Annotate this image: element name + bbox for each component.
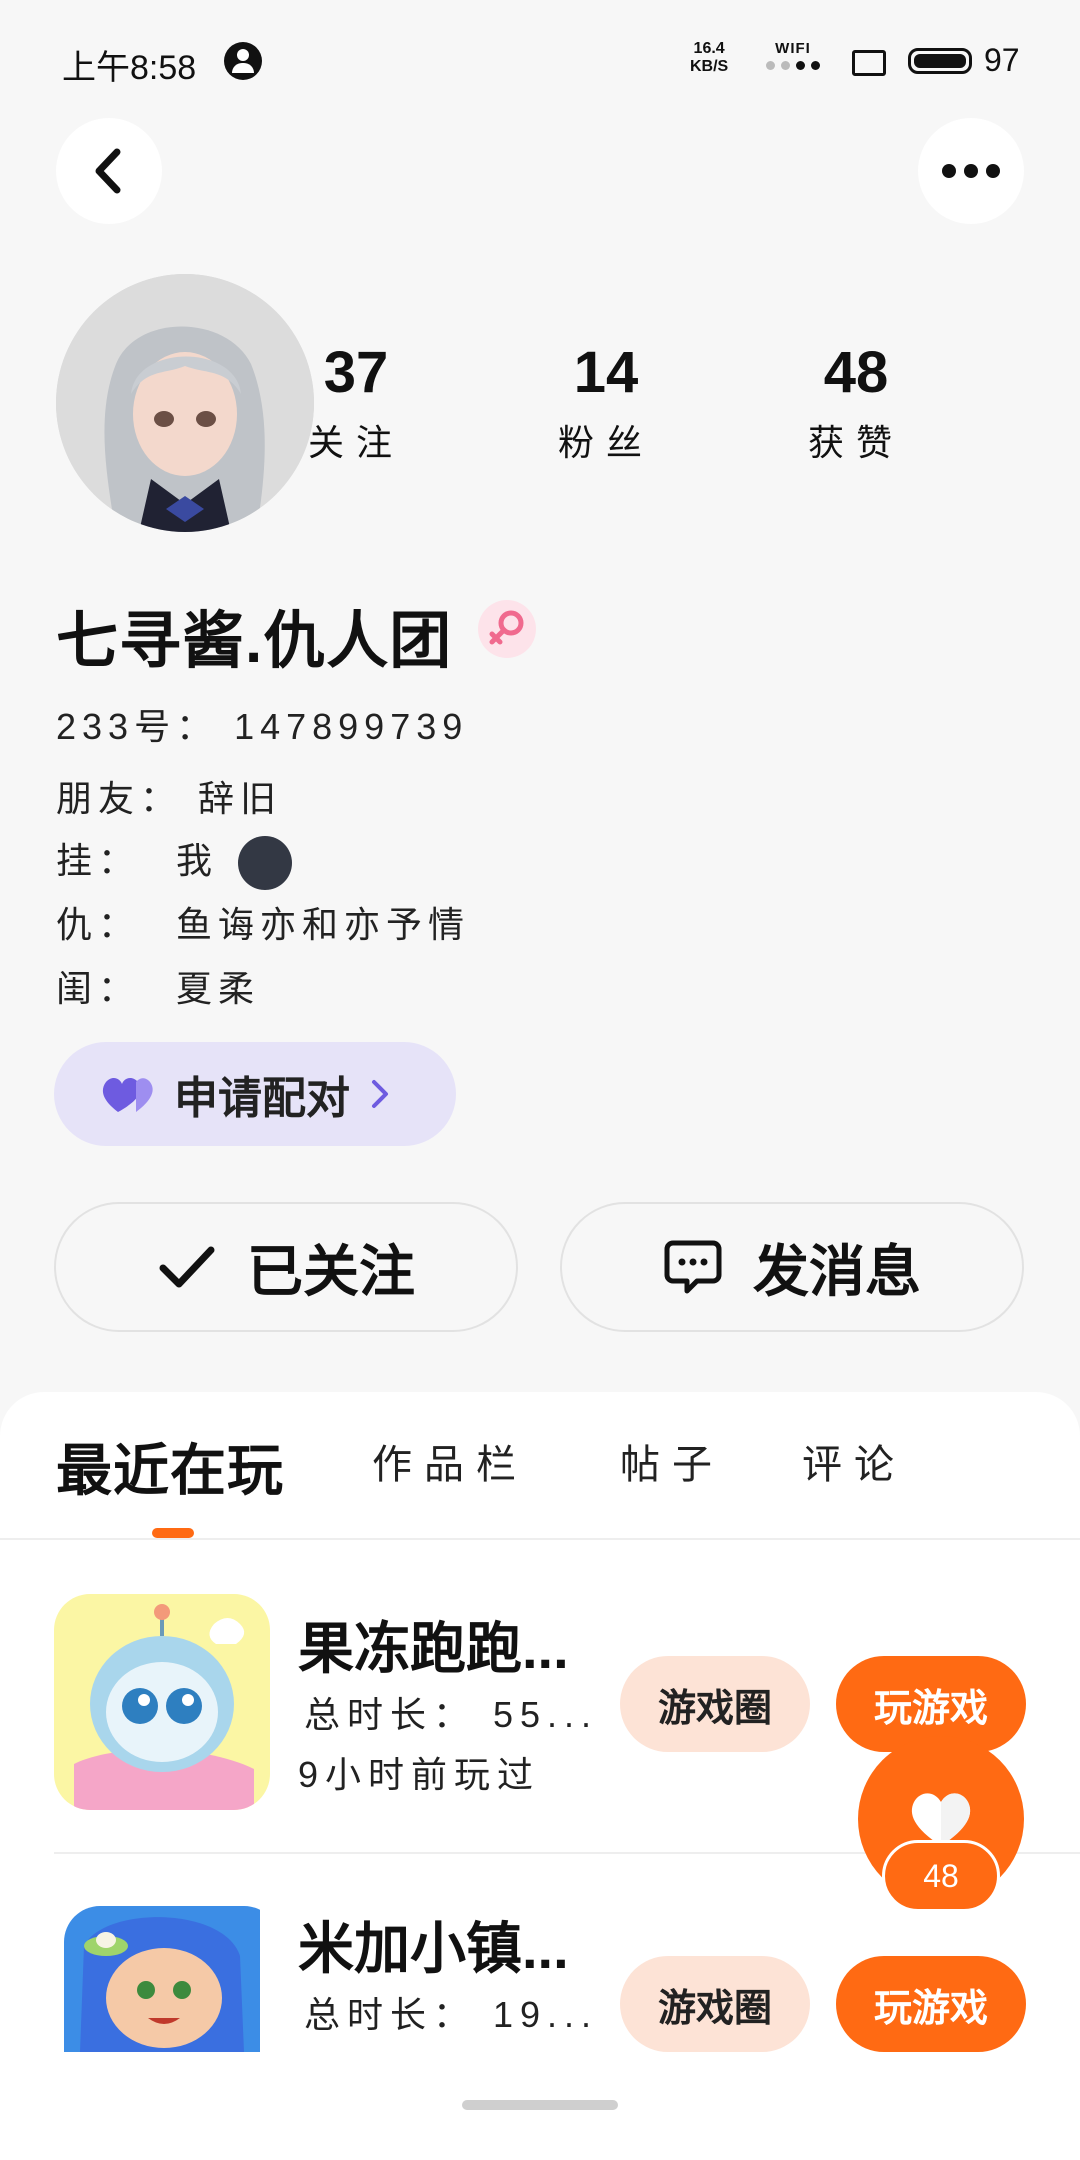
info-value: 辞旧 — [198, 778, 283, 819]
like-count: 48 — [882, 1840, 1000, 1912]
game-title[interactable]: 果冻跑跑... — [298, 1604, 569, 1685]
game-duration: 总时长： 55... — [304, 1694, 599, 1735]
battery-level: 97 — [984, 42, 1020, 78]
female-icon — [478, 600, 536, 658]
battery-icon — [908, 48, 972, 74]
game-circle-button[interactable]: 游戏圈 — [620, 1656, 810, 1752]
user-id-line: 233号： 147899739 — [56, 706, 469, 747]
pair-label: 申请配对 — [174, 1074, 350, 1123]
info-line-gua: 挂： 我 🌚 — [56, 832, 293, 891]
chat-bubble-icon — [664, 1240, 722, 1294]
tab-comments[interactable]: 评论 — [802, 1432, 906, 1490]
followers-count: 14 — [573, 340, 639, 405]
avatar[interactable] — [56, 274, 314, 532]
game-icon-miga-town[interactable] — [64, 1906, 280, 2052]
network-speed-value: 16.4 — [693, 40, 725, 57]
more-dots-icon — [942, 164, 1000, 178]
game-duration: 总时长： 19... — [304, 1994, 599, 2035]
avatar-image — [56, 274, 314, 532]
network-speed: 16.4 KB/S — [690, 40, 728, 76]
home-indicator[interactable] — [462, 2100, 618, 2110]
chevron-right-icon — [372, 1080, 388, 1108]
followers-label: 粉丝 — [557, 422, 654, 463]
game-icon-jelly-run[interactable] — [54, 1594, 270, 1810]
profile-name: 七寻酱.仇人团 — [56, 607, 453, 676]
game-circle-button[interactable]: 游戏圈 — [620, 1956, 810, 2052]
more-button[interactable] — [918, 118, 1024, 224]
status-time: 上午8:58 — [62, 49, 197, 87]
network-speed-unit: KB/S — [690, 58, 729, 75]
moon-emoji-icon: 🌚 — [238, 836, 293, 891]
likes-stat[interactable]: 48 获赞 — [786, 340, 926, 466]
play-game-button[interactable]: 玩游戏 — [836, 1956, 1026, 2052]
tabs-divider — [0, 1538, 1080, 1540]
likes-label: 获赞 — [807, 422, 904, 463]
followers-stat[interactable]: 14 粉丝 — [536, 340, 676, 466]
screen-icon — [852, 50, 886, 76]
double-heart-icon — [102, 1077, 153, 1112]
chevron-left-icon — [95, 148, 121, 194]
following-label: 关注 — [307, 422, 404, 463]
wifi-label: WIFI — [775, 40, 811, 57]
message-button[interactable]: 发消息 — [560, 1202, 1024, 1332]
wifi-indicator: WIFI — [758, 40, 828, 70]
game-last-played: 9小时前玩过 — [298, 1754, 541, 1795]
wifi-dots-icon — [758, 61, 828, 70]
tab-posts[interactable]: 帖子 — [620, 1432, 724, 1490]
following-button[interactable]: 已关注 — [54, 1202, 518, 1332]
following-stat[interactable]: 37 关注 — [286, 340, 426, 466]
account-icon — [224, 42, 262, 80]
likes-count: 48 — [823, 340, 889, 405]
info-key: 闺： — [56, 968, 141, 1009]
pair-request-button[interactable]: 申请配对 — [54, 1042, 456, 1146]
message-button-label: 发消息 — [753, 1239, 921, 1303]
info-key: 挂： — [56, 840, 141, 881]
game-title[interactable]: 米加小镇... — [298, 1904, 569, 1985]
info-line-chou: 仇： 鱼诲亦和亦予情 — [56, 896, 470, 948]
following-count: 37 — [323, 340, 389, 405]
following-button-label: 已关注 — [247, 1239, 415, 1303]
tab-recent-played[interactable]: 最近在玩 — [56, 1426, 284, 1507]
info-key: 仇： — [56, 904, 141, 945]
back-button[interactable] — [56, 118, 162, 224]
tab-works[interactable]: 作品栏 — [372, 1432, 528, 1490]
info-value: 夏柔 — [176, 968, 261, 1009]
tab-active-indicator — [152, 1528, 194, 1538]
status-bar: 上午8:58 16.4 KB/S WIFI 97 — [0, 0, 1080, 110]
info-value: 鱼诲亦和亦予情 — [176, 904, 471, 945]
info-line-friend: 朋友： 辞旧 — [56, 770, 282, 822]
info-value: 我 — [176, 840, 219, 881]
info-key: 朋友： — [56, 778, 183, 819]
info-line-gui: 闺： 夏柔 — [56, 960, 260, 1012]
check-icon — [159, 1246, 215, 1288]
